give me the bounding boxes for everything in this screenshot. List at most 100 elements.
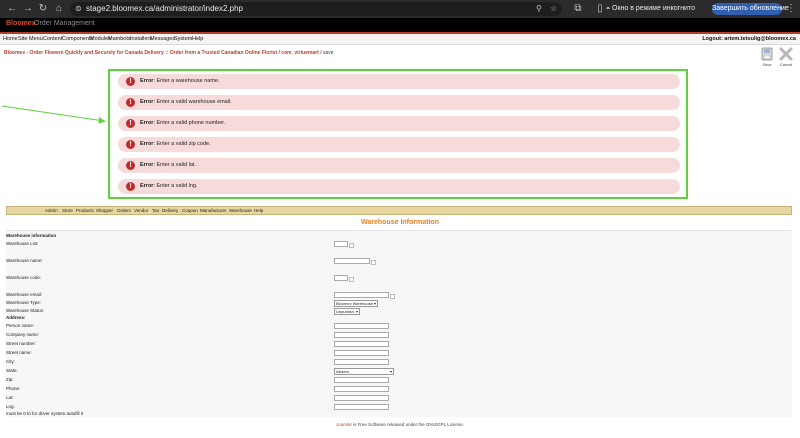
lng-input[interactable] (334, 404, 389, 410)
menu-components[interactable]: Components (62, 35, 93, 43)
admin-menu-help[interactable]: Help (254, 208, 263, 214)
update-button[interactable]: Завершить обновление (712, 3, 789, 15)
broken-image-icon (349, 243, 354, 248)
warehouse-type-label: Warehouse Type: (6, 300, 42, 305)
zoom-icon[interactable]: ⚲ (536, 2, 542, 16)
save-label[interactable]: Save (757, 62, 777, 67)
street-number-input[interactable] (334, 341, 389, 347)
menu-system[interactable]: System (174, 35, 192, 43)
city-label: City: (6, 359, 15, 364)
error-message: ! Error: Enter a valid warehouse email. (118, 95, 680, 110)
joomla-link[interactable]: Joomla! (336, 422, 352, 427)
forward-icon[interactable]: → (22, 2, 34, 16)
street-number-label: Street number: (6, 341, 36, 346)
breadcrumb: Bloomex - Order Flowers Quickly and Secu… (4, 50, 334, 57)
reload-icon[interactable]: ↻ (37, 2, 49, 16)
street-name-label: Street name: (6, 350, 32, 355)
logout-link[interactable]: Logout: artem.tetsulig@bloomex.ca (702, 35, 796, 43)
menu-installers[interactable]: Installers (130, 35, 152, 43)
person-name-input[interactable] (334, 323, 389, 329)
menu-mambots[interactable]: Mambots (108, 35, 131, 43)
browser-toolbar: ← → ↻ ⌂ ⊜ stage2.bloomex.ca/administrato… (0, 0, 800, 18)
error-icon: ! (126, 119, 135, 128)
page-footer: Joomla! is Free Software released under … (0, 422, 800, 427)
warehouse-form: Warehouse information Warehouse List: Wa… (6, 230, 792, 417)
broken-image-icon (349, 277, 354, 282)
incognito-label: Окно в режиме инкогнито (612, 5, 695, 12)
menu-menu[interactable]: Menu (29, 35, 43, 43)
error-icon: ! (126, 140, 135, 149)
menu-dots-icon[interactable]: ⋮ (786, 2, 796, 16)
admin-menu-tax[interactable]: Tax (152, 208, 159, 214)
company-name-input[interactable] (334, 332, 389, 338)
zip-label: Zip: (6, 377, 14, 382)
section-heading: Warehouse information (6, 233, 57, 238)
phone-input[interactable] (334, 386, 389, 392)
cancel-label[interactable]: Cancel (776, 62, 796, 67)
admin-menu-products[interactable]: Products (76, 208, 94, 214)
phone-label: Phone: (6, 386, 21, 391)
admin-menu-warehouse[interactable]: Warehouse (229, 208, 252, 214)
person-name-label: Person name: (6, 323, 35, 328)
address-heading: Address: (6, 315, 26, 320)
state-select[interactable]: Alberta (334, 368, 394, 375)
error-message: ! Error: Enter a valid lat. (118, 158, 680, 173)
footer-text: is Free Software released under the GNU/… (351, 422, 464, 427)
error-text: Error: Enter a valid phone number. (140, 120, 226, 126)
warehouse-email-label: Warehouse email: (6, 292, 43, 297)
admin-menu-vendor[interactable]: Vendor (134, 208, 148, 214)
error-icon: ! (126, 77, 135, 86)
lat-input[interactable] (334, 395, 389, 401)
extensions-icon[interactable]: ⧉ (572, 2, 584, 16)
warehouse-status-select[interactable]: Unpublish (334, 308, 360, 315)
error-icon: ! (126, 161, 135, 170)
header-logo: Bloomex (6, 20, 36, 27)
error-icon: ! (126, 182, 135, 191)
cancel-icon (779, 47, 793, 61)
admin-menu-coupon[interactable]: Coupon (182, 208, 198, 214)
warehouse-email-input[interactable] (334, 292, 389, 298)
menu-content[interactable]: Content (43, 35, 62, 43)
broken-image-icon (371, 260, 376, 265)
lat-lng-note: must be 0 to for driver system autofill … (6, 411, 84, 416)
home-icon[interactable]: ⌂ (53, 2, 65, 16)
menu-help[interactable]: Help (192, 35, 203, 43)
lat-label: Lat: (6, 395, 14, 400)
menu-messages[interactable]: Messages (150, 35, 175, 43)
admin-menu-store[interactable]: Store (62, 208, 73, 214)
menu-home[interactable]: Home (3, 35, 18, 43)
admin-menu-admin[interactable]: Admin (45, 208, 58, 214)
error-message: ! Error: Enter a valid lng. (118, 179, 680, 194)
annotation-arrow-icon (1, 105, 106, 124)
company-name-label: Company name: (6, 332, 40, 337)
admin-menu-orders[interactable]: Orders (117, 208, 131, 214)
breadcrumb-path[interactable]: Bloomex - Order Flowers Quickly and Secu… (4, 50, 323, 56)
warehouse-name-input[interactable] (334, 258, 370, 264)
save-icon (761, 47, 773, 61)
menu-site[interactable]: Site (18, 35, 27, 43)
error-text: Error: Enter a warehouse name. (140, 78, 220, 84)
warehouse-code-input[interactable] (334, 275, 348, 281)
error-message: ! Error: Enter a valid zip code. (118, 137, 680, 152)
admin-menu-shopper[interactable]: Shopper (96, 208, 113, 214)
warehouse-list-label: Warehouse List: (6, 241, 39, 246)
error-message: ! Error: Enter a warehouse name. (118, 74, 680, 89)
error-message-panel: ! Error: Enter a warehouse name. ! Error… (108, 69, 688, 199)
error-message: ! Error: Enter a valid phone number. (118, 116, 680, 131)
warehouse-type-select[interactable]: Bloomex Warehouse (334, 300, 378, 307)
zip-input[interactable] (334, 377, 389, 383)
city-input[interactable] (334, 359, 389, 365)
error-text: Error: Enter a valid warehouse email. (140, 99, 232, 105)
error-text: Error: Enter a valid zip code. (140, 141, 211, 147)
site-info-icon[interactable]: ⊜ (75, 2, 82, 16)
bookmark-star-icon[interactable]: ☆ (550, 2, 557, 16)
admin-menu-delivery[interactable]: Delivery (162, 208, 178, 214)
address-bar[interactable]: ⊜ stage2.bloomex.ca/administrator/index2… (70, 2, 562, 16)
admin-menu-manufacturer[interactable]: Manufacturer (200, 208, 227, 214)
street-name-input[interactable] (334, 350, 389, 356)
warehouse-status-label: Warehouse Status: (6, 308, 45, 313)
warehouse-list-input[interactable] (334, 241, 348, 247)
warehouse-name-label: Warehouse name: (6, 258, 43, 263)
back-icon[interactable]: ← (6, 2, 18, 16)
url-text[interactable]: stage2.bloomex.ca/administrator/index2.p… (86, 3, 243, 15)
